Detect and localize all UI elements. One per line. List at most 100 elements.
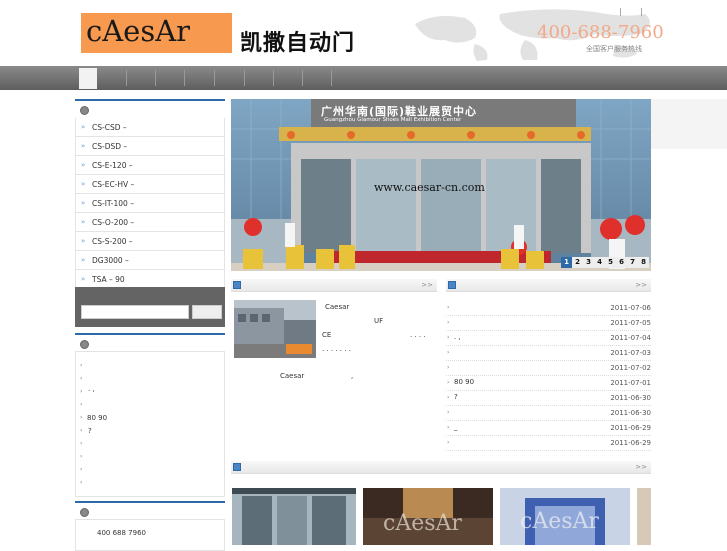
slide-page-5[interactable]: 5 xyxy=(605,257,616,268)
arrow-icon: › xyxy=(80,414,83,421)
search-input[interactable] xyxy=(81,305,189,319)
about-text-4: . . . . xyxy=(410,331,426,339)
slide-page-3[interactable]: 3 xyxy=(583,257,594,268)
product-item[interactable]: » CS-IT-100 – xyxy=(75,194,225,213)
top-link-divider xyxy=(620,8,621,16)
news-row[interactable]: › ? 2011-06-30 xyxy=(446,390,651,406)
news-row[interactable]: › . , 2011-07-04 xyxy=(446,330,651,346)
product-label: CS-E-120 – xyxy=(92,161,133,170)
double-arrow-icon: » xyxy=(81,275,86,283)
arrow-icon: › xyxy=(447,349,450,356)
news-row-date: 2011-07-01 xyxy=(610,379,651,387)
slide-page-6[interactable]: 6 xyxy=(616,257,627,268)
news-row-date: 2011-06-30 xyxy=(610,394,651,402)
news-row[interactable]: › 2011-07-03 xyxy=(446,345,651,361)
search-button[interactable] xyxy=(192,305,222,319)
news-row[interactable]: › _ 2011-06-29 xyxy=(446,420,651,436)
news-link[interactable]: 80 90 xyxy=(87,414,107,422)
news-row[interactable]: › 2011-06-29 xyxy=(446,435,651,451)
news-row-date: 2011-07-05 xyxy=(610,319,651,327)
slide-page-4[interactable]: 4 xyxy=(594,257,605,268)
news-row-title: 80 90 xyxy=(454,378,475,386)
product-label: TSA – 90 xyxy=(92,275,125,284)
arrow-icon: › xyxy=(80,479,83,486)
news-row-title: _ xyxy=(454,423,458,431)
case-thumbnail-partial[interactable] xyxy=(637,488,651,545)
panel-icon xyxy=(233,463,241,471)
arrow-icon: › xyxy=(80,440,83,447)
slide-page-1[interactable]: 1 xyxy=(561,257,572,268)
news-row[interactable]: › 2011-07-02 xyxy=(446,360,651,376)
case-thumbnail[interactable]: cAesAr xyxy=(500,488,630,545)
cases-more-link[interactable]: >> xyxy=(635,463,647,471)
contact-phone: 400 688 7960 xyxy=(97,529,146,537)
news-more-link[interactable]: >> xyxy=(635,281,647,289)
nav-divider xyxy=(126,70,127,86)
news-row[interactable]: › 80 90 2011-07-01 xyxy=(446,375,651,391)
news-row-title: ? xyxy=(454,393,458,401)
arrow-icon: › xyxy=(447,394,450,401)
about-text-2: UF xyxy=(374,317,384,325)
news-link[interactable]: ? xyxy=(88,427,92,435)
about-text-6b: , xyxy=(351,372,354,380)
product-item[interactable]: » CS-DSD – xyxy=(75,137,225,156)
arrow-icon: › xyxy=(447,364,450,371)
product-item[interactable]: » CS-CSD – xyxy=(75,118,225,137)
banner-watermark: www.caesar-cn.com xyxy=(374,181,485,194)
nav-divider xyxy=(244,70,245,86)
nav-divider xyxy=(331,70,332,86)
product-item[interactable]: » CS-E-120 – xyxy=(75,156,225,175)
contact-box-title xyxy=(75,501,225,519)
panel-icon xyxy=(233,281,241,289)
double-arrow-icon: » xyxy=(81,237,86,245)
svg-text:cAesAr: cAesAr xyxy=(383,511,462,536)
product-item[interactable]: » CS-O-200 – xyxy=(75,213,225,232)
product-box-title xyxy=(75,99,225,117)
news-row-date: 2011-06-29 xyxy=(610,439,651,447)
product-label: CS-S-200 – xyxy=(92,237,133,246)
double-arrow-icon: » xyxy=(81,123,86,131)
nav-divider xyxy=(155,70,156,86)
about-more-link[interactable]: >> xyxy=(421,281,433,289)
arrow-icon: › xyxy=(80,453,83,460)
about-text-1: Caesar xyxy=(325,303,350,311)
news-row-date: 2011-06-29 xyxy=(610,424,651,432)
news-panel-header: >> xyxy=(446,279,651,292)
arrow-icon: › xyxy=(80,401,83,408)
news-box-title xyxy=(75,333,225,351)
slide-page-7[interactable]: 7 xyxy=(627,257,638,268)
slide-page-8[interactable]: 8 xyxy=(638,257,649,268)
double-arrow-icon: » xyxy=(81,142,86,150)
news-row[interactable]: › 2011-07-06 xyxy=(446,300,651,316)
double-arrow-icon: » xyxy=(81,256,86,264)
news-row[interactable]: › 2011-06-30 xyxy=(446,405,651,421)
product-item[interactable]: » CS-S-200 – xyxy=(75,232,225,251)
news-row[interactable]: › 2011-07-05 xyxy=(446,315,651,331)
arrow-icon: › xyxy=(447,424,450,431)
product-label: CS-O-200 – xyxy=(92,218,135,227)
circle-icon xyxy=(80,106,89,115)
product-item[interactable]: » CS-EC-HV – xyxy=(75,175,225,194)
company-logo[interactable]: cAesAr xyxy=(86,14,190,48)
news-row-date: 2011-07-06 xyxy=(610,304,651,312)
case-thumbnail[interactable] xyxy=(232,488,356,545)
arrow-icon: › xyxy=(447,379,450,386)
main-nav xyxy=(0,66,727,90)
left-news-panel xyxy=(75,351,225,497)
news-row-date: 2011-07-03 xyxy=(610,349,651,357)
product-label: DG3000 – xyxy=(92,256,129,265)
arrow-icon: › xyxy=(447,409,450,416)
slide-pager: 1 2 3 4 5 6 7 8 xyxy=(561,257,649,268)
case-thumbnail[interactable]: cAesAr xyxy=(363,488,493,545)
nav-item-home[interactable] xyxy=(79,68,97,89)
top-link-divider xyxy=(641,8,642,16)
nav-divider xyxy=(273,70,274,86)
banner-slideshow[interactable]: 广州华南(国际)鞋业展贸中心 Guangzhou Glamour Shoes M… xyxy=(231,99,651,271)
news-link[interactable]: . , xyxy=(88,385,95,393)
news-row-date: 2011-06-30 xyxy=(610,409,651,417)
svg-text:cAesAr: cAesAr xyxy=(520,509,599,534)
slide-page-2[interactable]: 2 xyxy=(572,257,583,268)
about-text-6: Caesar xyxy=(280,372,305,380)
product-item[interactable]: » DG3000 – xyxy=(75,251,225,270)
factory-thumbnail[interactable] xyxy=(234,300,316,358)
